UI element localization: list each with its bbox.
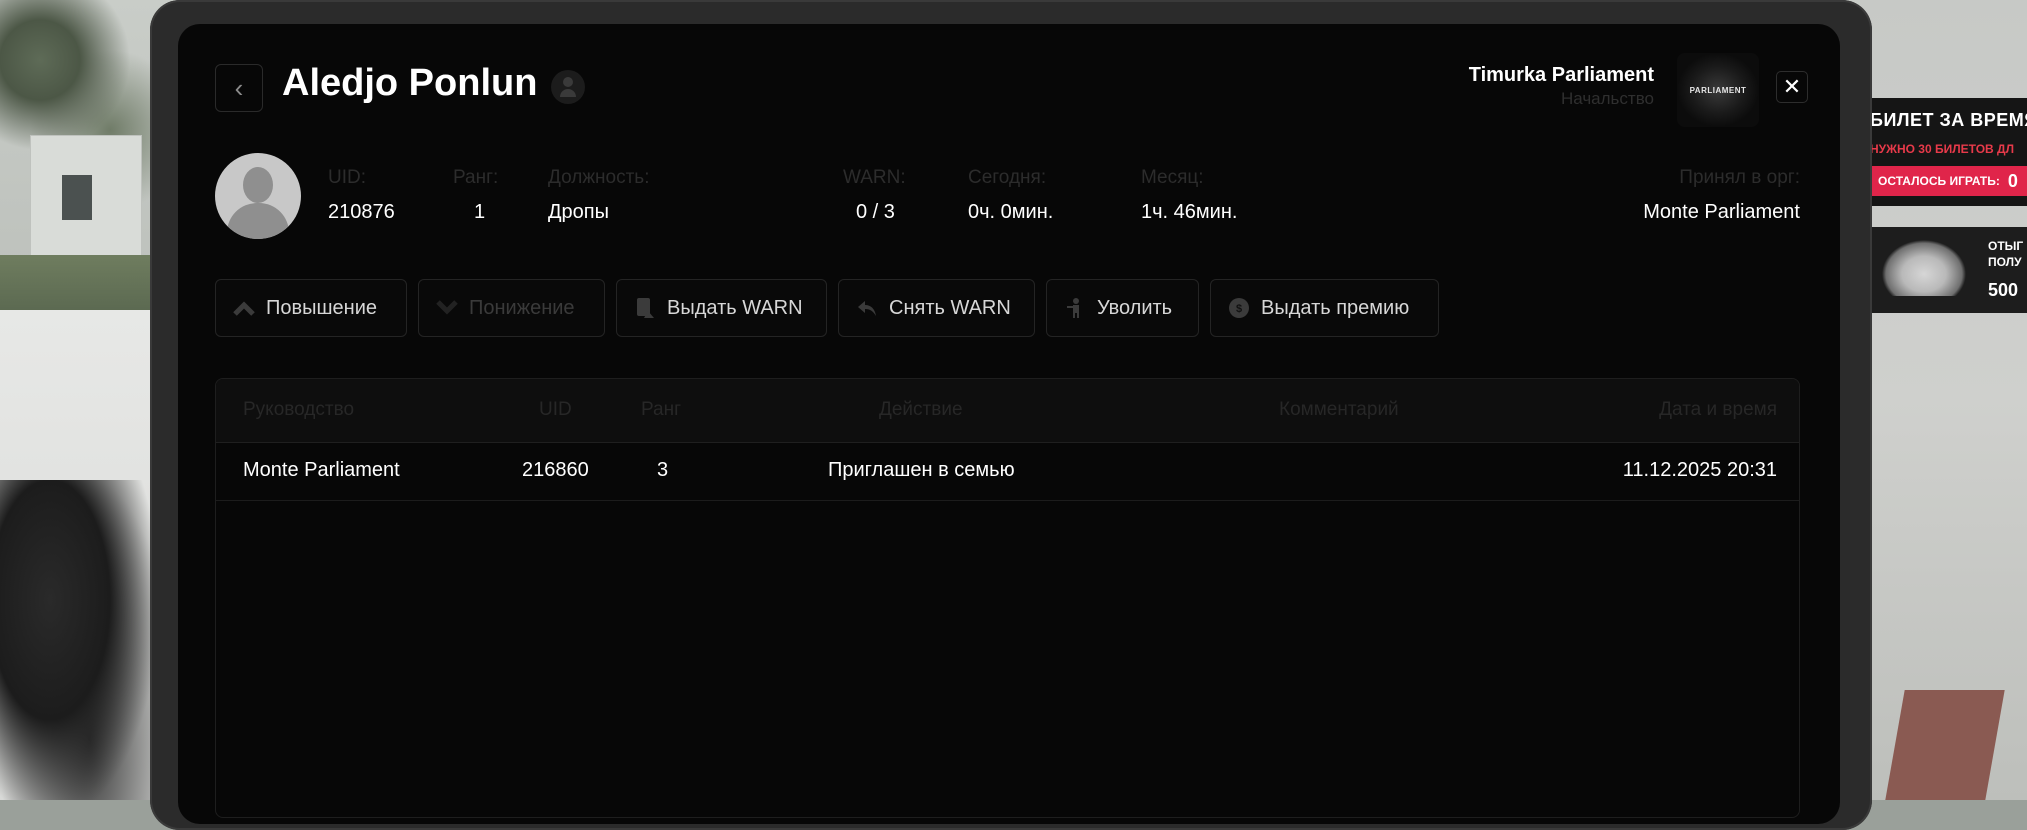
issue-warn-button[interactable]: Выдать WARN bbox=[616, 279, 827, 337]
remaining-play-value: 0 bbox=[2007, 170, 2018, 191]
org-logo: PARLIAMENT bbox=[1677, 53, 1759, 127]
org-role: Начальство bbox=[1560, 89, 1654, 108]
history-table: Руководство UID Ранг Действие Комментари… bbox=[215, 378, 1800, 818]
warn-value: 0 / 3 bbox=[856, 201, 895, 223]
cell-action: Приглашен в семью bbox=[828, 459, 1015, 481]
demote-label: Понижение bbox=[469, 296, 575, 319]
position-value: Дропы bbox=[548, 201, 609, 223]
col-datetime: Дата и время bbox=[1659, 399, 1777, 420]
undo-arrow-icon bbox=[855, 296, 879, 320]
uid-label: UID: bbox=[328, 167, 366, 188]
col-comment: Комментарий bbox=[1279, 399, 1399, 420]
reward-value: 500 bbox=[1988, 280, 2019, 300]
fire-button[interactable]: Уволить bbox=[1046, 279, 1199, 337]
promote-button[interactable]: Повышение bbox=[215, 279, 407, 337]
remove-warn-label: Снять WARN bbox=[889, 296, 1011, 319]
house-window bbox=[62, 175, 92, 220]
chevron-left-icon: ‹ bbox=[234, 72, 244, 103]
cell-leader: Monte Parliament bbox=[243, 459, 400, 481]
rank-label: Ранг: bbox=[453, 167, 499, 188]
close-icon: ✕ bbox=[1782, 74, 1802, 99]
car-image bbox=[1882, 240, 1966, 296]
cell-datetime: 11.12.2025 20:31 bbox=[1622, 459, 1777, 481]
chevron-down-icon bbox=[435, 296, 459, 320]
today-value: 0ч. 0мин. bbox=[968, 201, 1054, 223]
fire-person-icon bbox=[1063, 296, 1087, 320]
remaining-play-label: ОСТАЛОСЬ ИГРАТЬ: bbox=[1878, 174, 2000, 188]
promote-label: Повышение bbox=[266, 296, 378, 319]
rank-value: 1 bbox=[474, 201, 486, 223]
motorcycle bbox=[0, 480, 150, 800]
brick-block bbox=[1885, 690, 2005, 800]
accepted-value: Monte Parliament bbox=[1643, 201, 1800, 223]
give-bonus-label: Выдать премию bbox=[1261, 296, 1410, 319]
col-uid: UID bbox=[539, 399, 572, 420]
col-action: Действие bbox=[879, 399, 963, 420]
user-status-icon bbox=[551, 70, 585, 104]
warn-document-icon bbox=[633, 296, 657, 320]
org-logo-text: PARLIAMENT bbox=[1689, 85, 1747, 95]
remove-warn-button[interactable]: Снять WARN bbox=[838, 279, 1035, 337]
reward-line-1: ОТЫГ bbox=[1988, 239, 2024, 253]
coin-icon: $ bbox=[1227, 296, 1251, 320]
close-button[interactable]: ✕ bbox=[1776, 71, 1808, 103]
cell-uid: 216860 bbox=[522, 459, 589, 481]
today-label: Сегодня: bbox=[968, 167, 1047, 188]
issue-warn-label: Выдать WARN bbox=[667, 296, 803, 319]
remaining-play-pill: ОСТАЛОСЬ ИГРАТЬ: 0 bbox=[1870, 166, 2027, 196]
avatar bbox=[215, 153, 301, 239]
back-button[interactable]: ‹ bbox=[215, 64, 263, 112]
player-name: Aledjo Ponlun bbox=[282, 62, 538, 104]
table-header: Руководство UID Ранг Действие Комментари… bbox=[216, 379, 1799, 443]
hedge bbox=[0, 255, 150, 315]
reward-text: ОТЫГ ПОЛУ bbox=[1988, 238, 2023, 270]
col-leader: Руководство bbox=[243, 399, 355, 420]
month-label: Месяц: bbox=[1141, 167, 1204, 188]
avatar-body bbox=[227, 203, 289, 239]
org-name: Timurka Parliament bbox=[1468, 64, 1654, 86]
ticket-banner-subtitle: НУЖНО 30 БИЛЕТОВ ДЛ bbox=[1870, 142, 2014, 156]
month-value: 1ч. 46мин. bbox=[1141, 201, 1238, 223]
uid-value: 210876 bbox=[328, 201, 395, 223]
avatar-head bbox=[243, 167, 273, 203]
warn-label: WARN: bbox=[843, 167, 906, 188]
cell-rank: 3 bbox=[657, 459, 669, 481]
ticket-banner-title: БИЛЕТ ЗА ВРЕМЯ bbox=[1870, 110, 2027, 130]
table-row: Monte Parliament 216860 3 Приглашен в се… bbox=[216, 442, 1799, 501]
fire-label: Уволить bbox=[1097, 296, 1173, 319]
col-rank: Ранг bbox=[641, 399, 682, 420]
reward-line-2: ПОЛУ bbox=[1988, 255, 2022, 269]
accepted-label: Принял в орг: bbox=[1679, 167, 1800, 188]
position-label: Должность: bbox=[548, 167, 650, 188]
svg-text:$: $ bbox=[1236, 303, 1242, 315]
chevron-up-icon bbox=[232, 296, 256, 320]
demote-button[interactable]: Понижение bbox=[418, 279, 605, 337]
give-bonus-button[interactable]: $ Выдать премию bbox=[1210, 279, 1439, 337]
